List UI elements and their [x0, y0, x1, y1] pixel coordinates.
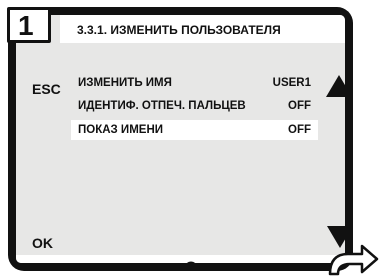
menu-item-value: OFF	[288, 100, 311, 112]
menu-item-show-name[interactable]: ПОКАЗ ИМЕНИ OFF	[71, 120, 318, 140]
menu-item-label: ИДЕНТИФ. ОТПЕЧ. ПАЛЬЦЕВ	[78, 100, 246, 112]
curved-arrow-right-icon	[328, 244, 379, 276]
bottom-bar	[16, 255, 345, 263]
circle-slash-icon[interactable]	[184, 261, 198, 263]
step-badge: 1	[7, 7, 51, 43]
menu-item-fingerprint-id[interactable]: ИДЕНТИФ. ОТПЕЧ. ПАЛЬЦЕВ OFF	[71, 96, 318, 116]
menu-item-value: OFF	[288, 124, 311, 136]
menu-item-label: ПОКАЗ ИМЕНИ	[78, 124, 164, 136]
device-frame: 3.3.1. ИЗМЕНИТЬ ПОЛЬЗОВАТЕЛЯ ESC ИЗМЕНИТ…	[8, 7, 353, 271]
scroll-up-icon[interactable]	[326, 75, 345, 97]
menu-item-change-name[interactable]: ИЗМЕНИТЬ ИМЯ USER1	[71, 73, 318, 93]
ok-button[interactable]: OK	[32, 235, 53, 251]
menu-item-label: ИЗМЕНИТЬ ИМЯ	[78, 77, 172, 89]
menu-item-value: USER1	[272, 77, 311, 89]
esc-button[interactable]: ESC	[32, 81, 61, 97]
screen-title: 3.3.1. ИЗМЕНИТЬ ПОЛЬЗОВАТЕЛЯ	[60, 15, 345, 43]
display-screen: 3.3.1. ИЗМЕНИТЬ ПОЛЬЗОВАТЕЛЯ ESC ИЗМЕНИТ…	[16, 15, 345, 263]
